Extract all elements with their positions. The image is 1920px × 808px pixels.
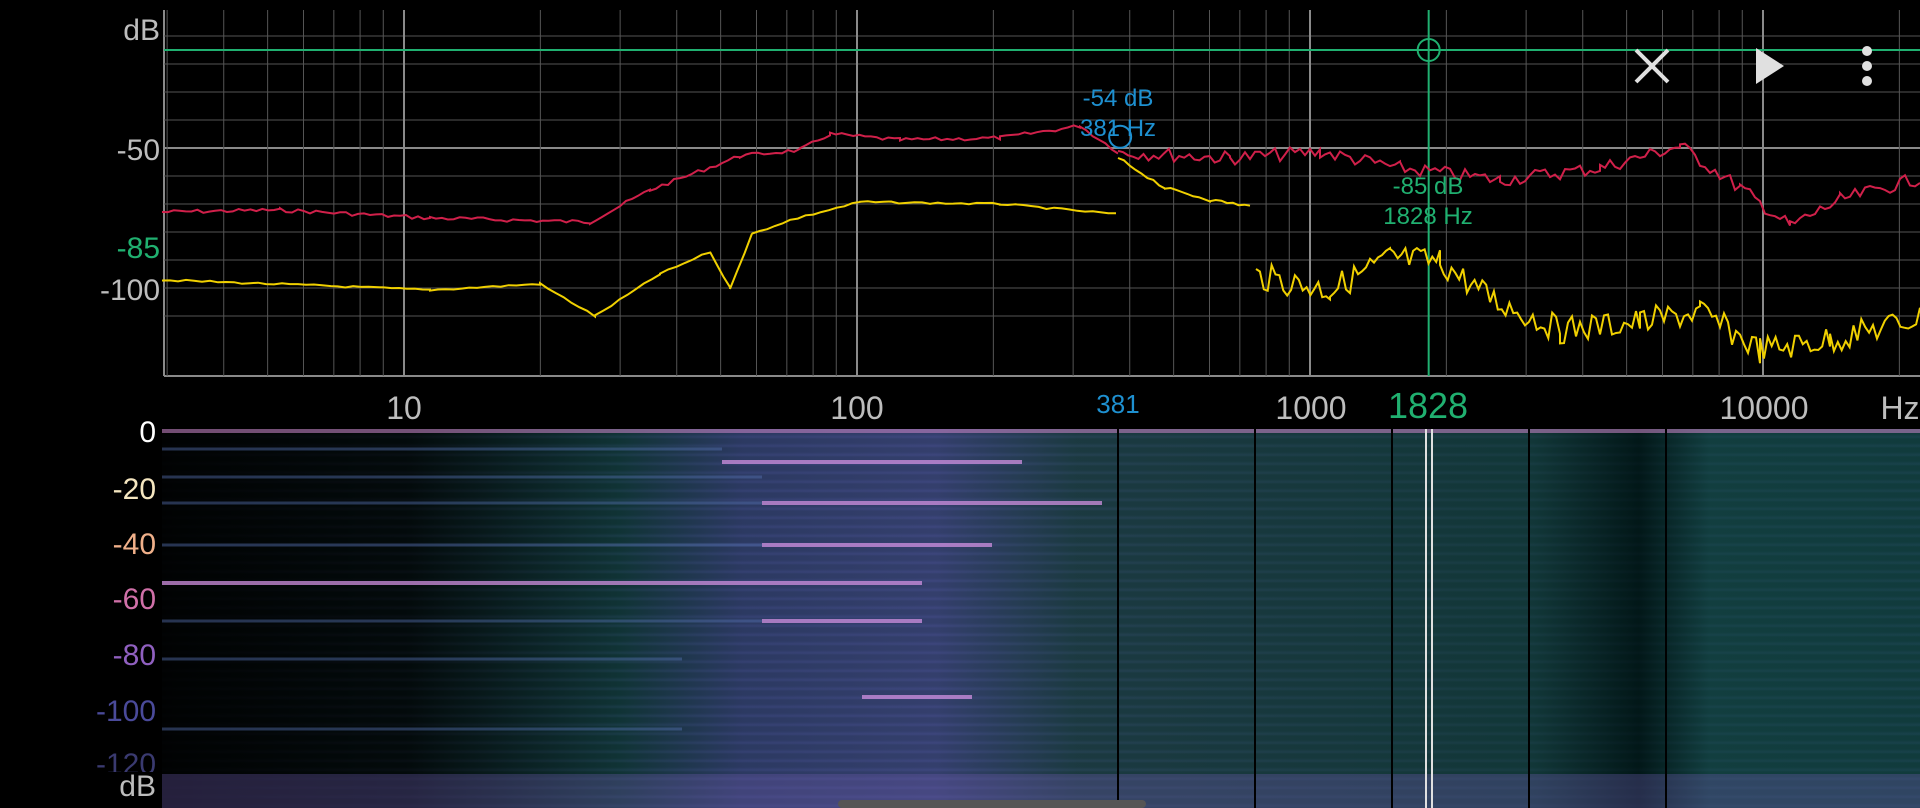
spectrogram-scale-label: 0 xyxy=(139,416,156,449)
marker-1-readout[interactable]: -54 dB 381 Hz xyxy=(1080,86,1156,142)
cursor2-freq-label: 1828 xyxy=(1387,385,1469,426)
spectrogram-scale-label: -20 xyxy=(112,473,156,506)
spectrogram-harmonics xyxy=(162,460,1102,699)
play-icon xyxy=(1756,48,1784,84)
more-options-button[interactable] xyxy=(1832,31,1902,101)
yellow-spectrum-trace-high xyxy=(1117,157,1920,364)
marker-1-db: -54 dB xyxy=(1082,85,1154,112)
close-button[interactable] xyxy=(1617,31,1687,101)
play-button[interactable] xyxy=(1735,31,1805,101)
spectrogram-scale-label: -100 xyxy=(95,695,156,728)
x-tick-label: 10 xyxy=(386,390,422,426)
x-tick-label: 10000 xyxy=(1719,390,1809,426)
spectrogram-scale-label: -60 xyxy=(112,583,156,616)
yellow-spectrum-trace-low xyxy=(161,200,1117,319)
spectrogram-unit-label: dB xyxy=(119,770,156,803)
spectrogram-scale-label: -80 xyxy=(112,639,156,672)
x-unit-label: Hz xyxy=(1880,390,1920,426)
spectrogram-bands xyxy=(162,447,762,731)
more-vert-icon xyxy=(1862,46,1872,86)
marker-1-hz: 381 Hz xyxy=(1079,115,1157,142)
spectrogram-overlay xyxy=(162,429,1920,808)
close-icon xyxy=(1634,48,1670,84)
y-tick-highlighted: -85 xyxy=(116,232,160,265)
marker-2-db: -85 dB xyxy=(1392,173,1464,200)
cursor-freq-label: 381 xyxy=(1096,389,1140,419)
x-tick-label: 100 xyxy=(830,390,884,426)
spectrogram-scale-label: -120 xyxy=(95,750,156,772)
y-unit-label: dB xyxy=(123,14,160,47)
x-tick-label: 1000 xyxy=(1275,390,1347,426)
spectrogram-separators xyxy=(1117,429,1667,808)
marker-2-hz: 1828 Hz xyxy=(1383,203,1473,230)
y-tick-label: -100 xyxy=(99,274,160,307)
red-spectrum-trace xyxy=(161,124,1920,226)
spectrogram-scale-label: -40 xyxy=(112,528,156,561)
marker-2-readout[interactable]: -85 dB 1828 Hz xyxy=(1383,174,1472,230)
spectrogram-view[interactable] xyxy=(162,429,1920,808)
y-tick-label: -50 xyxy=(116,134,160,167)
horizontal-scrollbar[interactable] xyxy=(838,800,1146,808)
